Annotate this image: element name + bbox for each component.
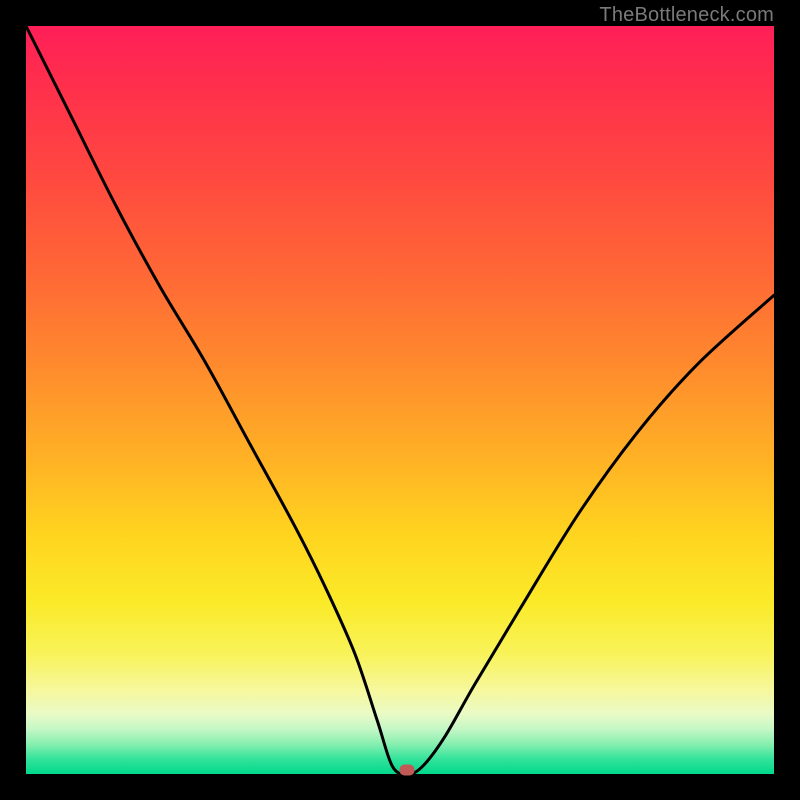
chart-frame: TheBottleneck.com [0,0,800,800]
bottleneck-curve [26,26,774,774]
watermark-text: TheBottleneck.com [599,4,774,27]
plot-area [26,26,774,774]
curve-svg [26,26,774,774]
minimum-marker [400,765,415,776]
